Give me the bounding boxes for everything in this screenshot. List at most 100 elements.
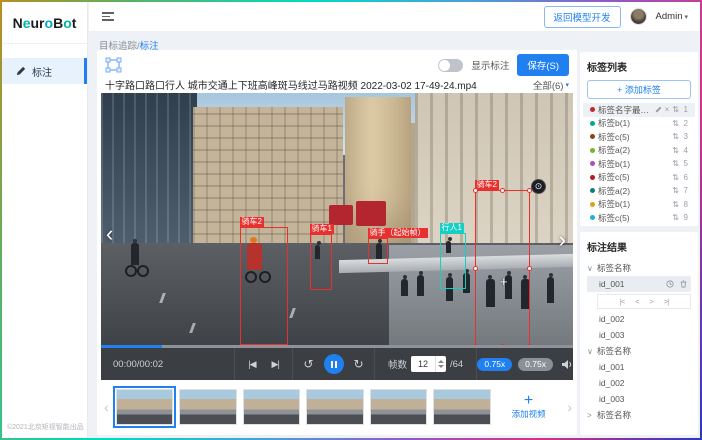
result-item[interactable]: id_002 (587, 375, 691, 391)
logo-letter: e (23, 15, 31, 31)
pencil-icon (16, 66, 26, 76)
logo-letter: N (13, 15, 23, 31)
pager-last[interactable]: >| (664, 297, 668, 306)
tag-row[interactable]: 标签c(5) ⇅ 6 (587, 171, 691, 185)
sort-tag-icon[interactable]: ⇅ (672, 186, 679, 195)
strip-next-chevron[interactable]: › (566, 399, 573, 415)
rect-select-tool-icon[interactable] (105, 57, 123, 73)
result-item[interactable]: id_001 (587, 359, 691, 375)
collapse-icon: ∨ (587, 264, 593, 273)
trash-icon[interactable] (680, 280, 687, 288)
sort-tag-icon[interactable]: ⇅ (672, 173, 679, 182)
copyright-text: ©2021北京矩视智能出品 (7, 422, 84, 432)
forward-10-button[interactable]: ↻ (354, 357, 364, 371)
sort-tag-icon[interactable]: ⇅ (672, 119, 679, 128)
tag-row[interactable]: 标签名字最长数... × ⇅ 1 (583, 103, 695, 117)
video-thumbnail[interactable] (306, 389, 364, 425)
player-controls: 00:00/00:02 |◀ ▶| ↺ ↻ 帧数 /64 (101, 348, 573, 380)
bbox-label: 行人1 (440, 223, 464, 233)
collapse-menu-icon[interactable] (102, 10, 114, 23)
video-thumbnail[interactable] (179, 389, 237, 425)
tag-color-dot (590, 134, 595, 139)
tag-row[interactable]: 标签b(1) ⇅ 5 (587, 157, 691, 171)
edit-tag-icon[interactable] (655, 106, 662, 113)
tag-row[interactable]: 标签b(1) ⇅ 2 (587, 117, 691, 131)
add-tag-button[interactable]: + 添加标签 (587, 80, 691, 99)
tag-label: 标签c(5) (598, 171, 669, 183)
tag-color-dot (590, 148, 595, 153)
bbox-rider2-left[interactable]: 骑车2 (240, 227, 288, 345)
bbox-pedestrian1[interactable]: 行人1 (440, 233, 466, 289)
sort-tag-icon[interactable]: ⇅ (672, 159, 679, 168)
user-menu[interactable]: Admin ▾ (656, 11, 688, 22)
frame-pager: |< < > >| (597, 294, 691, 309)
result-item[interactable]: id_002 (587, 311, 691, 327)
result-group-header[interactable]: ∨ 标签名称 (587, 260, 691, 276)
video-thumbnail[interactable] (243, 389, 301, 425)
result-item-selected[interactable]: id_001 (587, 276, 691, 292)
speed-pill[interactable]: 0.75x (518, 358, 553, 371)
result-id: id_002 (599, 378, 625, 388)
video-thumbnail[interactable] (370, 389, 428, 425)
sort-tag-icon[interactable]: ⇅ (672, 200, 679, 209)
show-annotation-toggle[interactable] (438, 59, 463, 72)
back-to-model-dev-button[interactable]: 返回模型开发 (544, 6, 621, 28)
prev-video-chevron[interactable]: ‹ (106, 223, 113, 245)
pedestrian-figure (401, 279, 408, 296)
tag-row[interactable]: 标签a(2) ⇅ 7 (587, 184, 691, 198)
bbox-rider-startframe[interactable]: 骑手（起始帧） (368, 238, 388, 264)
logo-letter: o (63, 15, 72, 31)
bbox-rider2-selected[interactable]: 骑车2 (475, 190, 530, 347)
save-button[interactable]: 保存(S) (517, 54, 569, 76)
result-item[interactable]: id_003 (587, 327, 691, 343)
next-video-chevron[interactable]: › (559, 229, 566, 251)
volume-icon[interactable] (561, 359, 573, 370)
filter-dropdown[interactable]: 全部(6) ▾ (533, 78, 569, 92)
video-progress-bar[interactable] (101, 345, 573, 348)
result-id: id_003 (599, 330, 625, 340)
caret-down-icon: ▾ (565, 81, 569, 89)
tag-row[interactable]: 标签b(1) ⇅ 8 (587, 198, 691, 212)
pause-button[interactable] (324, 354, 344, 374)
sort-tag-icon[interactable]: ⇅ (672, 132, 679, 141)
prev-frame-button[interactable]: |◀ (248, 359, 255, 370)
delete-tag-icon[interactable]: × (665, 105, 670, 114)
video-frame[interactable]: 骑车2 骑车1 骑手（起始帧） 行人1 骑车2 ⊙ + ‹ › (101, 93, 573, 348)
expand-icon: > (587, 411, 593, 420)
frame-stepper[interactable] (435, 356, 446, 372)
video-thumbnail-selected[interactable] (116, 389, 174, 425)
tool-row: 显示标注 保存(S) (101, 54, 573, 76)
pager-next[interactable]: > (650, 297, 653, 306)
bbox-rider1[interactable]: 骑车1 (310, 234, 332, 290)
tag-shortcut-number: 4 (682, 146, 688, 155)
box-action-button[interactable]: ⊙ (531, 179, 546, 194)
tag-label: 标签c(5) (598, 212, 669, 224)
pager-prev[interactable]: < (635, 297, 638, 306)
result-group-header[interactable]: > 标签名称 (587, 407, 691, 423)
tag-list-panel: 标签列表 + 添加标签 标签名字最长数... × ⇅ 1 标签b(1) ⇅ 2 … (580, 52, 698, 226)
group-label: 标签名称 (597, 345, 631, 357)
tag-color-dot (590, 188, 595, 193)
strip-prev-chevron[interactable]: ‹ (103, 399, 110, 415)
add-video-button[interactable]: + 添加视频 (497, 387, 560, 427)
speed-pill-active[interactable]: 0.75x (477, 358, 512, 371)
tag-shortcut-number: 6 (682, 173, 688, 182)
result-group-header[interactable]: ∨ 标签名称 (587, 343, 691, 359)
video-thumbnail[interactable] (433, 389, 491, 425)
tag-row[interactable]: 标签c(5) ⇅ 3 (587, 130, 691, 144)
frame-number-input[interactable] (411, 356, 435, 372)
sidebar-item-annotate[interactable]: 标注 (2, 58, 87, 84)
tag-row[interactable]: 标签a(2) ⇅ 4 (587, 144, 691, 158)
sort-tag-icon[interactable]: ⇅ (672, 213, 679, 222)
tag-row[interactable]: 标签c(5) ⇅ 9 (587, 211, 691, 225)
result-id: id_001 (599, 279, 625, 289)
user-avatar[interactable] (630, 8, 647, 25)
history-icon[interactable] (666, 280, 674, 288)
sort-tag-icon[interactable]: ⇅ (672, 105, 679, 114)
rewind-10-button[interactable]: ↺ (303, 357, 313, 371)
pager-first[interactable]: |< (620, 297, 624, 306)
sort-tag-icon[interactable]: ⇅ (672, 146, 679, 155)
next-frame-button[interactable]: ▶| (272, 359, 279, 370)
result-item[interactable]: id_003 (587, 391, 691, 407)
annotation-workspace: 显示标注 保存(S) 十字路口路口行人 城市交通上下班高峰斑马线过马路视频 20… (97, 50, 577, 435)
